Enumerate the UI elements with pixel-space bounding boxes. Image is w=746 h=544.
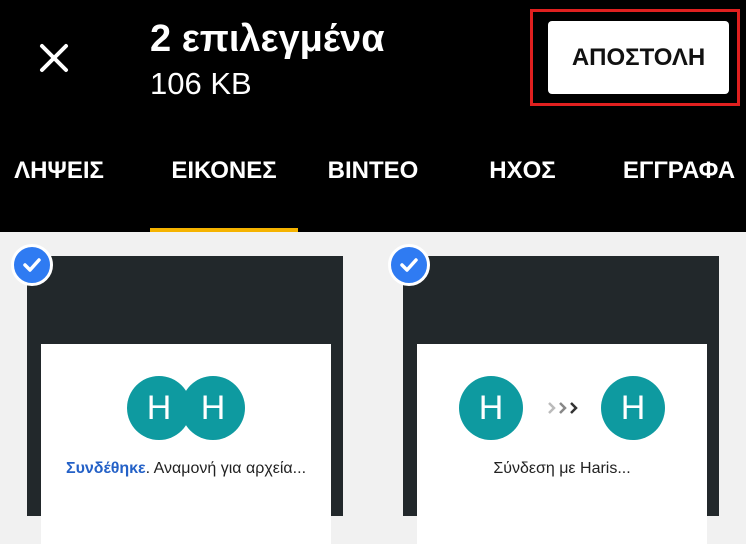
connection-status: Σύνδεση με Haris... [493, 460, 631, 477]
close-icon[interactable] [36, 40, 72, 76]
avatar: H [601, 376, 665, 440]
connection-status: Συνδέθηκε. Αναμονή για αρχεία... [41, 460, 331, 478]
send-button[interactable]: ΑΠΟΣΤΟΛΗ [548, 21, 729, 94]
selected-checkmark-icon[interactable] [11, 244, 53, 286]
top-app-bar: 2 επιλεγμένα 106 KB ΑΠΟΣΤΟΛΗ ΛΗΨΕΙΣ ΕΙΚΟ… [0, 0, 746, 232]
tab-documents[interactable]: ΕΓΓΡΑΦΑ [612, 157, 746, 193]
image-thumbnail-card[interactable]: H H Συνδέθηκε. Αναμονή για αρχεία... [27, 256, 343, 544]
image-thumbnail-card[interactable]: H H Σύνδεση με Haris... [403, 256, 719, 544]
tab-audio[interactable]: ΗΧΟΣ [475, 157, 570, 193]
tab-video[interactable]: ΒΙΝΤΕΟ [318, 157, 428, 193]
tab-downloads[interactable]: ΛΗΨΕΙΣ [0, 157, 118, 193]
tab-images[interactable]: ΕΙΚΟΝΕΣ [150, 157, 298, 193]
check-icon [23, 258, 41, 272]
selected-checkmark-icon[interactable] [388, 244, 430, 286]
selection-count-title: 2 επιλεγμένα [150, 18, 385, 60]
connected-link-text: Συνδέθηκε [65, 460, 146, 477]
thumbnail-content: H H Σύνδεση με Haris... [417, 344, 707, 544]
chevron-right-icon [548, 402, 578, 414]
selection-size: 106 KB [150, 66, 252, 101]
thumbnail-content: H H Συνδέθηκε. Αναμονή για αρχεία... [41, 344, 331, 544]
avatar: H [459, 376, 523, 440]
check-icon [400, 258, 418, 272]
selected-tab-indicator [150, 228, 298, 232]
avatar: H [181, 376, 245, 440]
waiting-text: . Αναμονή για αρχεία... [145, 460, 307, 477]
